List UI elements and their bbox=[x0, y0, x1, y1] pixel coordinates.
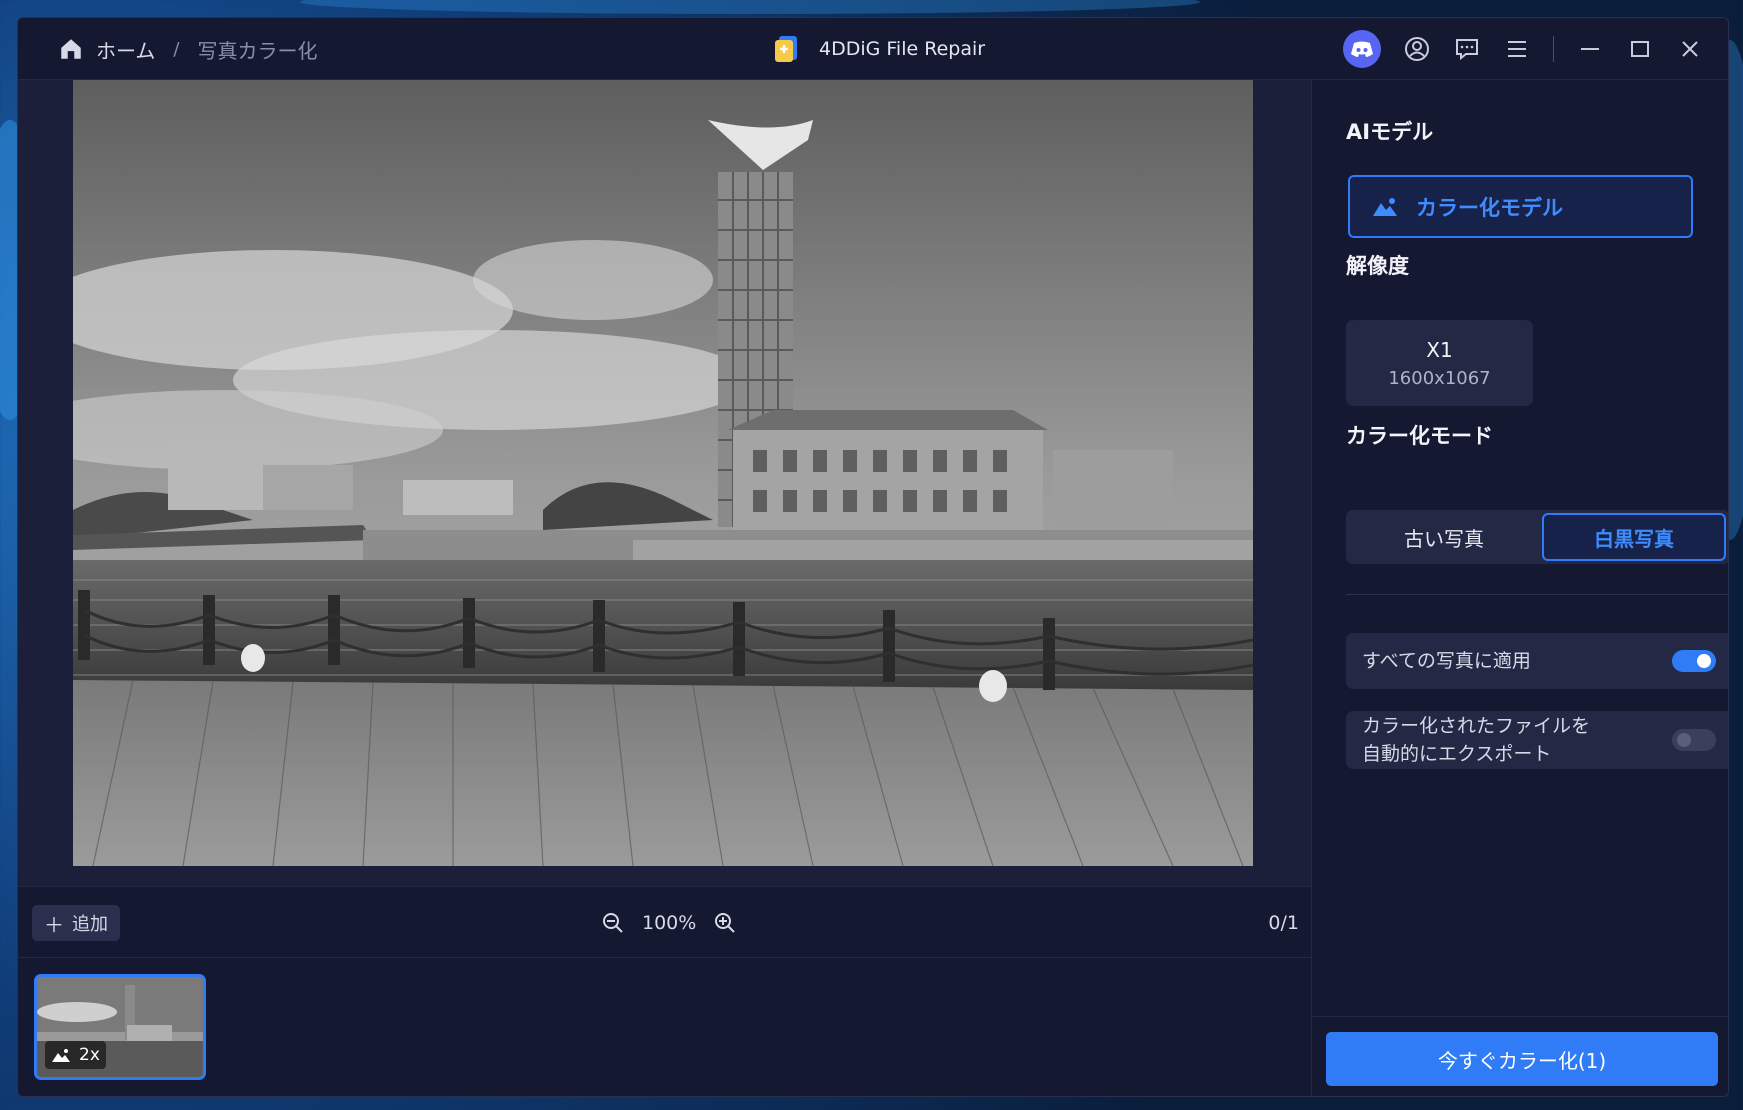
title-bar: ホーム / 写真カラー化 4DDiG File Repair bbox=[18, 18, 1728, 80]
resolution-size: 1600x1067 bbox=[1388, 367, 1491, 389]
add-button-label: 追加 bbox=[72, 914, 108, 935]
panel-divider bbox=[1346, 594, 1728, 595]
image-icon bbox=[1373, 197, 1397, 216]
zoom-level: 100% bbox=[642, 912, 697, 934]
app-logo-icon bbox=[775, 36, 797, 62]
home-icon[interactable] bbox=[58, 36, 84, 62]
resolution-option[interactable]: X1 1600x1067 bbox=[1346, 320, 1533, 406]
zoom-control: 100% bbox=[602, 905, 736, 941]
harbor-photo-image bbox=[73, 80, 1253, 866]
colorize-mode-toggle: 古い写真 白黒写真 bbox=[1346, 510, 1728, 564]
colorize-mode-title: カラー化モード bbox=[1346, 424, 1493, 448]
apply-all-option: すべての写真に適用 bbox=[1346, 633, 1728, 689]
preview-area bbox=[18, 80, 1311, 886]
mode-old-photo[interactable]: 古い写真 bbox=[1346, 510, 1542, 564]
app-title-group: 4DDiG File Repair bbox=[773, 18, 985, 80]
thumbnail-badge: 2x bbox=[45, 1041, 106, 1069]
plus-icon: ＋ bbox=[44, 912, 64, 937]
model-label: カラー化モデル bbox=[1416, 195, 1563, 220]
app-title: 4DDiG File Repair bbox=[819, 38, 986, 60]
zoom-in-icon[interactable] bbox=[714, 912, 736, 934]
resolution-scale: X1 bbox=[1426, 337, 1453, 362]
minimize-icon[interactable] bbox=[1576, 35, 1604, 63]
image-counter: 0/1 bbox=[1268, 912, 1299, 934]
mode-bw-photo[interactable]: 白黒写真 bbox=[1542, 513, 1726, 561]
preview-photo[interactable] bbox=[73, 80, 1253, 866]
panel-footer-divider bbox=[1312, 1016, 1728, 1017]
colorize-now-button[interactable]: 今すぐカラー化(1) bbox=[1326, 1032, 1718, 1086]
auto-export-toggle[interactable] bbox=[1672, 729, 1716, 751]
breadcrumb-current: 写真カラー化 bbox=[197, 38, 318, 63]
colorize-model-button[interactable]: カラー化モデル bbox=[1348, 175, 1693, 238]
breadcrumb-home[interactable]: ホーム bbox=[96, 35, 155, 64]
ai-model-title: AIモデル bbox=[1346, 120, 1434, 144]
resolution-title: 解像度 bbox=[1346, 254, 1409, 278]
titlebar-divider bbox=[1553, 36, 1554, 62]
wallpaper-decoration bbox=[300, 0, 1200, 14]
zoom-out-icon[interactable] bbox=[602, 912, 624, 934]
menu-icon[interactable] bbox=[1503, 35, 1531, 63]
close-icon[interactable] bbox=[1676, 35, 1704, 63]
thumbnail-scale: 2x bbox=[79, 1045, 100, 1065]
thumbnail-item[interactable]: 2x bbox=[34, 974, 206, 1080]
breadcrumb: ホーム / 写真カラー化 bbox=[58, 18, 317, 80]
discord-icon[interactable] bbox=[1343, 30, 1381, 68]
add-button[interactable]: ＋ 追加 bbox=[32, 905, 120, 941]
titlebar-controls bbox=[1343, 18, 1704, 80]
auto-export-option: カラー化されたファイルを 自動的にエクスポート bbox=[1346, 711, 1728, 769]
auto-export-line2: 自動的にエクスポート bbox=[1362, 743, 1552, 765]
thumbnail-strip: 2x bbox=[18, 958, 1311, 1096]
app-window: ホーム / 写真カラー化 4DDiG File Repair ＋ 追加 100%… bbox=[17, 17, 1729, 1097]
breadcrumb-separator: / bbox=[173, 38, 180, 60]
settings-panel: AIモデル カラー化モデル 解像度 X1 1600x1067 カラー化モード 古… bbox=[1311, 80, 1728, 1096]
auto-export-label: カラー化されたファイルを 自動的にエクスポート bbox=[1362, 712, 1590, 768]
apply-all-toggle[interactable] bbox=[1672, 650, 1716, 672]
account-icon[interactable] bbox=[1403, 35, 1431, 63]
image-icon bbox=[52, 1049, 70, 1062]
apply-all-label: すべての写真に適用 bbox=[1362, 650, 1531, 672]
auto-export-line1: カラー化されたファイルを bbox=[1362, 715, 1591, 737]
feedback-icon[interactable] bbox=[1453, 35, 1481, 63]
maximize-icon[interactable] bbox=[1626, 35, 1654, 63]
preview-toolbar: ＋ 追加 100% 0/1 bbox=[18, 886, 1311, 958]
